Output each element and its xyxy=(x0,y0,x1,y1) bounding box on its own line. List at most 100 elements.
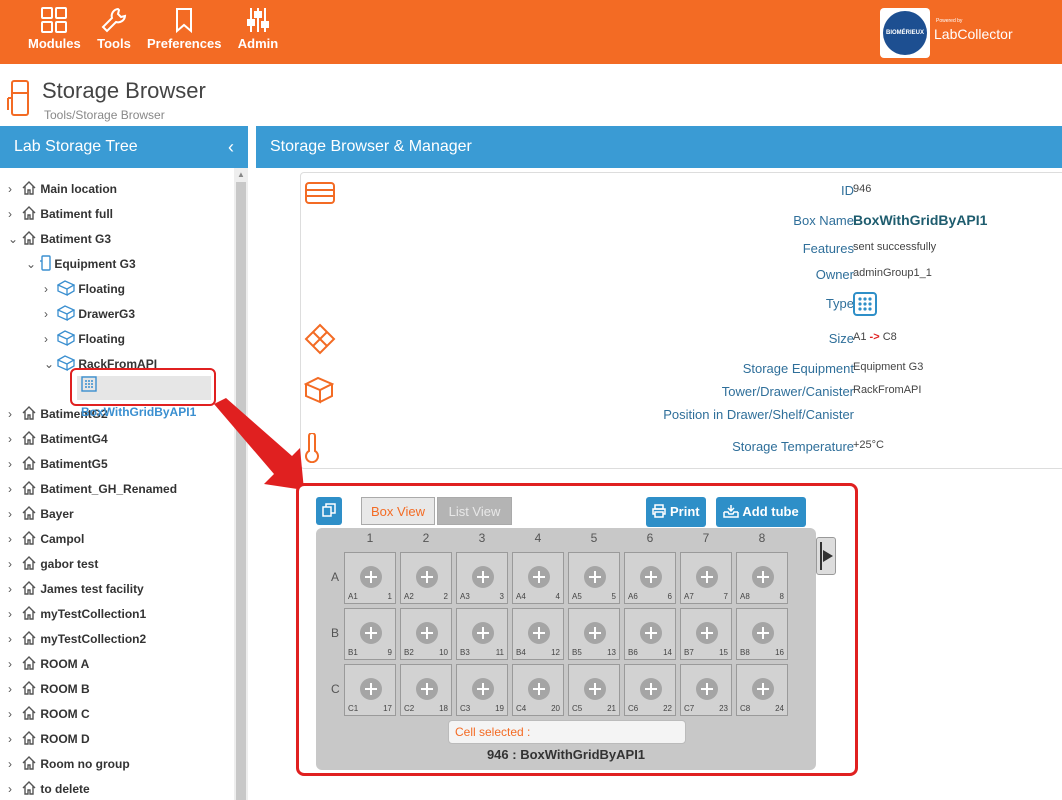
tree-item[interactable]: › BatimentG5 xyxy=(8,453,108,475)
collapse-chevron-icon[interactable]: ‹ xyxy=(228,126,234,168)
grid-cell[interactable]: A1 1 xyxy=(344,552,396,604)
chevron-right-icon[interactable]: › xyxy=(8,203,18,225)
tree-item[interactable]: ⌄ Batiment G3 xyxy=(8,228,111,250)
chevron-down-icon[interactable]: ⌄ xyxy=(44,353,54,375)
add-circle-icon[interactable] xyxy=(584,622,606,644)
tree-item[interactable]: › to delete xyxy=(8,778,90,800)
tree-item[interactable]: › Batiment_GH_Renamed xyxy=(8,478,177,500)
chevron-right-icon[interactable]: › xyxy=(8,678,18,700)
add-circle-icon[interactable] xyxy=(584,566,606,588)
add-circle-icon[interactable] xyxy=(696,566,718,588)
print-button[interactable]: Print xyxy=(646,497,706,527)
tree-item[interactable]: › Floating xyxy=(44,328,125,350)
grid-cell[interactable]: B7 15 xyxy=(680,608,732,660)
add-tube-button[interactable]: Add tube xyxy=(716,497,806,527)
chevron-down-icon[interactable]: ⌄ xyxy=(26,253,36,275)
grid-cell[interactable]: C4 20 xyxy=(512,664,564,716)
grid-cell[interactable]: A3 3 xyxy=(456,552,508,604)
grid-cell[interactable]: B6 14 xyxy=(624,608,676,660)
add-circle-icon[interactable] xyxy=(696,678,718,700)
add-circle-icon[interactable] xyxy=(752,566,774,588)
add-circle-icon[interactable] xyxy=(640,678,662,700)
chevron-right-icon[interactable]: › xyxy=(8,453,18,475)
tree-item[interactable]: › Bayer xyxy=(8,503,74,525)
chevron-down-icon[interactable]: ⌄ xyxy=(8,228,18,250)
grid-cell[interactable]: A4 4 xyxy=(512,552,564,604)
tab-box-view[interactable]: Box View xyxy=(361,497,435,525)
chevron-right-icon[interactable]: › xyxy=(8,778,18,800)
grid-cell[interactable]: C1 17 xyxy=(344,664,396,716)
chevron-right-icon[interactable]: › xyxy=(8,528,18,550)
grid-cell[interactable]: C6 22 xyxy=(624,664,676,716)
tree-item[interactable]: › Batiment full xyxy=(8,203,113,225)
chevron-right-icon[interactable]: › xyxy=(8,703,18,725)
tree-item[interactable]: › Main location xyxy=(8,178,117,200)
tree-item[interactable]: › Campol xyxy=(8,528,84,550)
grid-cell[interactable]: A5 5 xyxy=(568,552,620,604)
add-circle-icon[interactable] xyxy=(472,566,494,588)
copy-button[interactable] xyxy=(316,497,342,525)
add-circle-icon[interactable] xyxy=(360,566,382,588)
scroll-up-icon[interactable]: ▲ xyxy=(237,170,245,179)
chevron-right-icon[interactable]: › xyxy=(8,728,18,750)
add-circle-icon[interactable] xyxy=(528,566,550,588)
tree-item[interactable]: › ROOM C xyxy=(8,703,90,725)
chevron-right-icon[interactable]: › xyxy=(8,478,18,500)
chevron-right-icon[interactable]: › xyxy=(8,628,18,650)
tree-item[interactable]: › BatimentG4 xyxy=(8,428,108,450)
tree-item[interactable]: › Room no group xyxy=(8,753,130,775)
add-circle-icon[interactable] xyxy=(752,678,774,700)
chevron-right-icon[interactable]: › xyxy=(8,753,18,775)
grid-cell[interactable]: A2 2 xyxy=(400,552,452,604)
chevron-right-icon[interactable]: › xyxy=(8,578,18,600)
nav-admin[interactable]: Admin xyxy=(237,6,279,60)
add-circle-icon[interactable] xyxy=(472,678,494,700)
chevron-right-icon[interactable]: › xyxy=(8,653,18,675)
chevron-right-icon[interactable]: › xyxy=(8,178,18,200)
add-circle-icon[interactable] xyxy=(360,678,382,700)
add-circle-icon[interactable] xyxy=(528,678,550,700)
tab-list-view[interactable]: List View xyxy=(437,497,512,525)
tree-item[interactable]: › ROOM B xyxy=(8,678,90,700)
add-circle-icon[interactable] xyxy=(360,622,382,644)
chevron-right-icon[interactable]: › xyxy=(8,603,18,625)
add-circle-icon[interactable] xyxy=(416,622,438,644)
tree-item[interactable]: › ROOM A xyxy=(8,653,89,675)
add-circle-icon[interactable] xyxy=(584,678,606,700)
chevron-right-icon[interactable]: › xyxy=(8,503,18,525)
tree-item[interactable]: › Floating xyxy=(44,278,125,300)
tree-item[interactable]: › gabor test xyxy=(8,553,98,575)
chevron-right-icon[interactable]: › xyxy=(8,428,18,450)
add-circle-icon[interactable] xyxy=(416,566,438,588)
chevron-right-icon[interactable]: › xyxy=(44,278,54,300)
tree-item[interactable]: ⌄ Equipment G3 xyxy=(26,253,136,275)
grid-cell[interactable]: A6 6 xyxy=(624,552,676,604)
chevron-right-icon[interactable]: › xyxy=(8,553,18,575)
grid-cell[interactable]: A8 8 xyxy=(736,552,788,604)
nav-preferences[interactable]: Preferences xyxy=(147,6,221,60)
grid-cell[interactable]: B8 16 xyxy=(736,608,788,660)
grid-cell[interactable]: C8 24 xyxy=(736,664,788,716)
side-toggle-button[interactable] xyxy=(816,537,836,575)
add-circle-icon[interactable] xyxy=(416,678,438,700)
grid-cell[interactable]: B1 9 xyxy=(344,608,396,660)
grid-cell[interactable]: C3 19 xyxy=(456,664,508,716)
grid-cell[interactable]: A7 7 xyxy=(680,552,732,604)
add-circle-icon[interactable] xyxy=(528,622,550,644)
grid-cell[interactable]: B2 10 xyxy=(400,608,452,660)
tree-item[interactable]: › myTestCollection1 xyxy=(8,603,146,625)
add-circle-icon[interactable] xyxy=(752,622,774,644)
tree-item[interactable]: › myTestCollection2 xyxy=(8,628,146,650)
nav-modules[interactable]: Modules xyxy=(28,6,81,60)
chevron-right-icon[interactable]: › xyxy=(44,328,54,350)
add-circle-icon[interactable] xyxy=(472,622,494,644)
add-circle-icon[interactable] xyxy=(696,622,718,644)
grid-cell[interactable]: C5 21 xyxy=(568,664,620,716)
grid-cell[interactable]: B3 11 xyxy=(456,608,508,660)
grid-cell[interactable]: C7 23 xyxy=(680,664,732,716)
add-circle-icon[interactable] xyxy=(640,566,662,588)
grid-cell[interactable]: B4 12 xyxy=(512,608,564,660)
tree-item-selected-box[interactable]: BoxWithGridByAPI1 xyxy=(77,376,211,419)
chevron-right-icon[interactable]: › xyxy=(8,403,18,425)
tree-item[interactable]: › James test facility xyxy=(8,578,144,600)
